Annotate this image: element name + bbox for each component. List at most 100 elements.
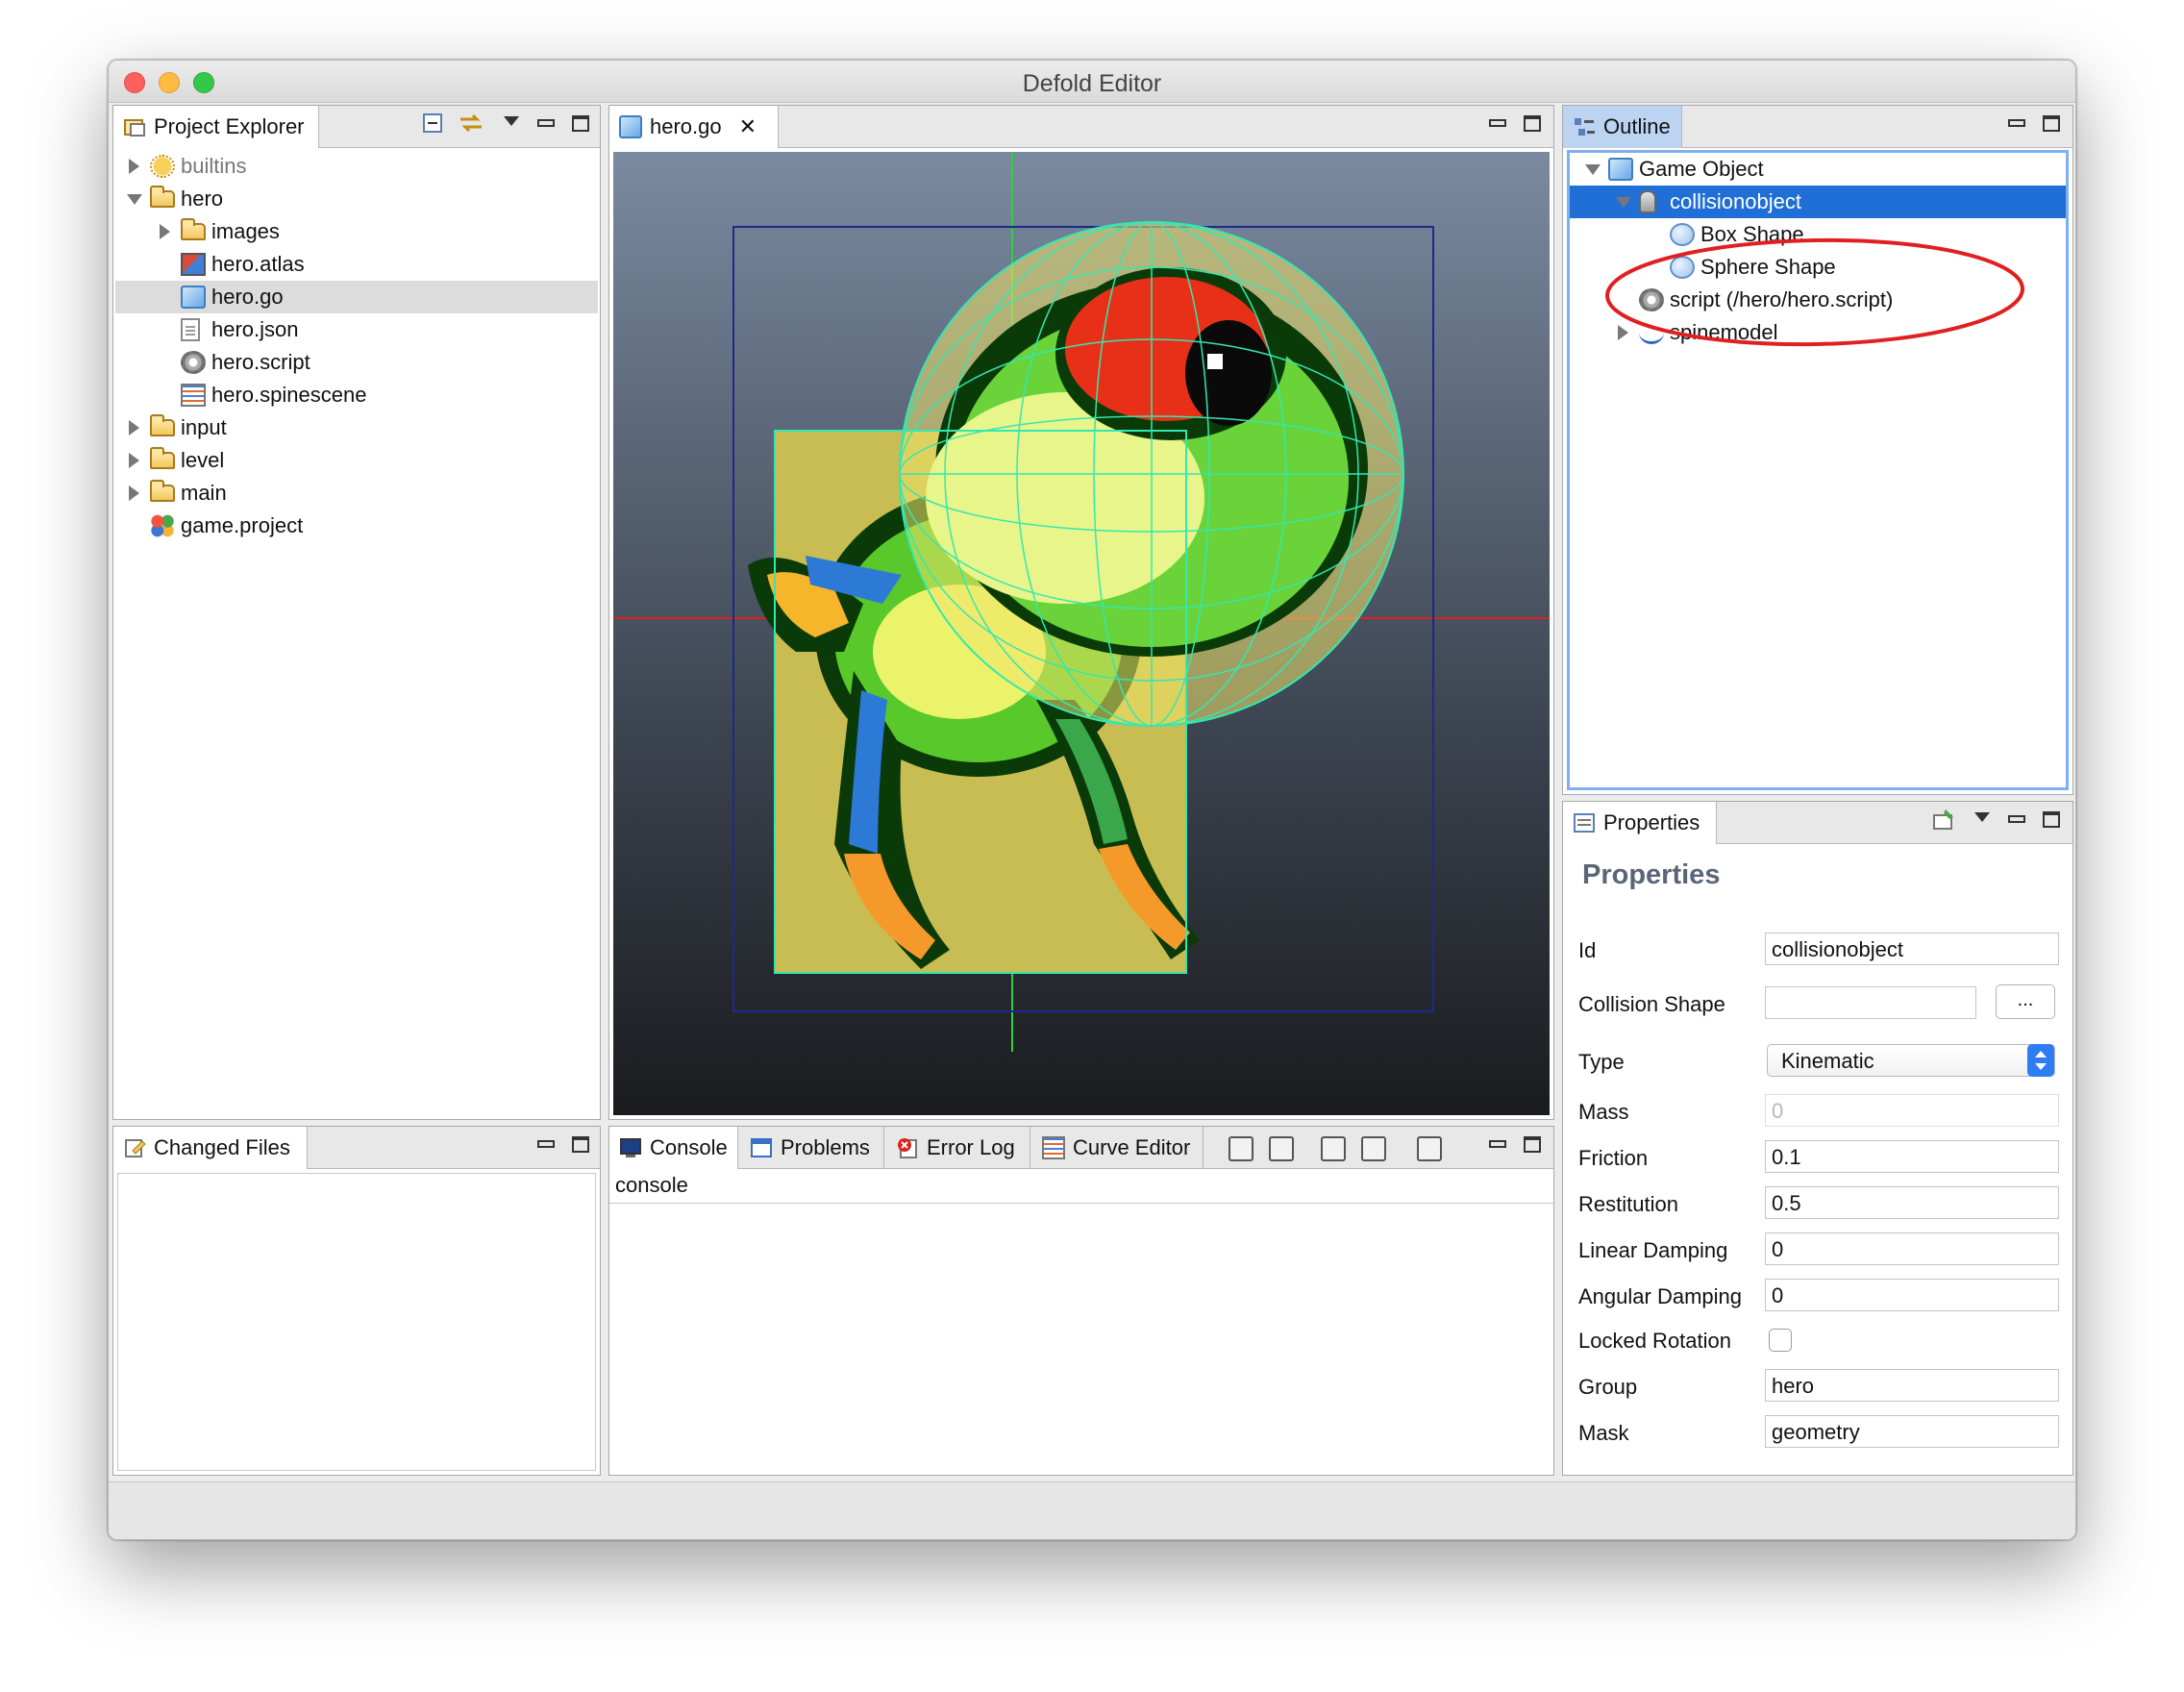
view-menu-icon[interactable] <box>500 112 523 135</box>
tab-error-log[interactable]: Error Log <box>886 1127 1030 1169</box>
collapse-twisty-icon[interactable] <box>127 194 142 205</box>
outline-tree-item-label: Game Object <box>1639 157 1764 181</box>
clear-console-icon[interactable] <box>1228 1136 1253 1161</box>
project-tree-item[interactable]: hero.json <box>115 313 598 346</box>
game-object-icon <box>181 286 206 309</box>
friction-label: Friction <box>1578 1146 1649 1170</box>
project-tree-item-label: main <box>181 481 227 505</box>
expand-twisty-icon[interactable] <box>160 224 170 239</box>
mask-field[interactable]: geometry <box>1765 1415 2059 1448</box>
collapse-twisty-icon[interactable] <box>1585 164 1601 175</box>
editor-tabbar: hero.go ✕ <box>609 106 1553 148</box>
outline-tree-item-label: collisionobject <box>1670 189 1801 213</box>
console-output[interactable] <box>611 1206 1551 1473</box>
tab-properties[interactable]: Properties <box>1563 802 1717 844</box>
project-tree-item-label: hero <box>181 187 224 211</box>
minimize-editor-icon[interactable] <box>1486 112 1509 135</box>
close-tab-icon[interactable]: ✕ <box>739 114 757 139</box>
maximize-outline-icon[interactable] <box>2040 112 2063 135</box>
project-tree-item[interactable]: game.project <box>115 510 598 542</box>
restitution-field[interactable]: 0.5 <box>1765 1186 2059 1219</box>
tab-console[interactable]: Console <box>609 1127 738 1169</box>
expand-twisty-icon[interactable] <box>1618 325 1628 340</box>
project-tree-item[interactable]: builtins <box>115 150 598 183</box>
expand-twisty-icon[interactable] <box>129 485 139 501</box>
expand-twisty-icon[interactable] <box>129 159 139 174</box>
project-tree-item[interactable]: hero.script <box>115 346 598 379</box>
project-tree-item-label: hero.go <box>211 285 284 309</box>
minimize-changed-files-icon[interactable] <box>534 1132 558 1156</box>
link-with-editor-icon[interactable] <box>458 112 482 135</box>
tab-problems[interactable]: Problems <box>740 1127 884 1169</box>
maximize-editor-icon[interactable] <box>1521 112 1544 135</box>
angular-damping-field[interactable]: 0 <box>1765 1279 2059 1311</box>
outline-tree-item[interactable]: Game Object <box>1570 153 2066 186</box>
linear-damping-field[interactable]: 0 <box>1765 1232 2059 1265</box>
maximize-changed-files-icon[interactable] <box>569 1132 592 1156</box>
sphere-icon <box>1670 256 1695 279</box>
tab-changed-files[interactable]: Changed Files <box>113 1127 308 1169</box>
pin-properties-icon[interactable] <box>1932 808 1955 831</box>
outline-tree-item[interactable]: Box Shape <box>1570 218 2066 251</box>
friction-field[interactable]: 0.1 <box>1765 1140 2059 1173</box>
scene-viewport[interactable] <box>613 152 1550 1115</box>
browse-collision-shape-button[interactable]: ... <box>1996 984 2055 1019</box>
project-tree-item[interactable]: hero.go <box>115 281 598 313</box>
display-console-icon[interactable] <box>1361 1136 1386 1161</box>
tab-curve-editor[interactable]: Curve Editor <box>1032 1127 1204 1169</box>
project-tree-item[interactable]: images <box>115 215 598 248</box>
expand-twisty-icon[interactable] <box>129 453 139 468</box>
title-bar[interactable]: Defold Editor <box>109 61 2075 103</box>
pin-console-icon[interactable] <box>1321 1136 1346 1161</box>
minimize-outline-icon[interactable] <box>2005 112 2028 135</box>
collision-shape-label: Collision Shape <box>1578 992 1725 1016</box>
collapse-all-icon[interactable] <box>421 112 444 135</box>
window-title: Defold Editor <box>1022 70 1162 97</box>
project-tree-item-label: hero.script <box>211 350 310 374</box>
scroll-lock-icon[interactable] <box>1269 1136 1294 1161</box>
project-explorer-panel: Project Explorer builtins hero images hero.… <box>112 105 601 1120</box>
locked-rotation-checkbox[interactable] <box>1769 1329 1792 1352</box>
minimize-console-icon[interactable] <box>1486 1132 1509 1156</box>
project-tree-item[interactable]: main <box>115 477 598 510</box>
maximize-console-icon[interactable] <box>1521 1132 1544 1156</box>
minimize-view-icon[interactable] <box>534 112 558 135</box>
mass-label: Mass <box>1578 1100 1629 1124</box>
type-select[interactable]: Kinematic <box>1767 1044 2055 1077</box>
select-arrows-icon <box>2027 1044 2054 1077</box>
project-tree-item[interactable]: hero.atlas <box>115 248 598 281</box>
expand-twisty-icon[interactable] <box>129 420 139 435</box>
collision-shape-field[interactable] <box>1765 986 1976 1019</box>
outline-tree-item[interactable]: Sphere Shape <box>1570 251 2066 284</box>
outline-tree-item[interactable]: collisionobject <box>1570 186 2066 218</box>
locked-rotation-label: Locked Rotation <box>1578 1329 1731 1353</box>
gear-icon <box>181 351 206 374</box>
properties-view-menu-icon[interactable] <box>1971 808 1994 831</box>
scene-canvas[interactable] <box>613 152 1550 1052</box>
project-tree-item[interactable]: level <box>115 444 598 477</box>
group-field[interactable]: hero <box>1765 1369 2059 1402</box>
open-console-icon[interactable] <box>1417 1136 1442 1161</box>
project-tree-item[interactable]: input <box>115 411 598 444</box>
tab-hero-go[interactable]: hero.go ✕ <box>609 106 779 148</box>
outline-icon <box>1573 115 1596 138</box>
outline-tree-item[interactable]: script (/hero/hero.script) <box>1570 284 2066 316</box>
type-label: Type <box>1578 1050 1625 1074</box>
minimize-properties-icon[interactable] <box>2005 808 2028 831</box>
project-tree-item-label: game.project <box>181 513 304 537</box>
id-field[interactable]: collisionobject <box>1765 933 2059 965</box>
maximize-properties-icon[interactable] <box>2040 808 2063 831</box>
tab-outline[interactable]: Outline <box>1563 106 1682 148</box>
project-tree-item[interactable]: hero <box>115 183 598 215</box>
project-icon <box>150 514 175 537</box>
sphere-shape[interactable] <box>899 221 1404 727</box>
id-label: Id <box>1578 938 1597 962</box>
collapse-twisty-icon[interactable] <box>1616 197 1631 208</box>
maximize-view-icon[interactable] <box>569 112 592 135</box>
outline-tree-item[interactable]: spinemodel <box>1570 316 2066 349</box>
tab-project-explorer[interactable]: Project Explorer <box>113 106 319 148</box>
group-label: Group <box>1578 1375 1638 1399</box>
changed-files-tabbar: Changed Files <box>113 1127 600 1169</box>
mass-field: 0 <box>1765 1094 2059 1127</box>
project-tree-item[interactable]: hero.spinescene <box>115 379 598 411</box>
